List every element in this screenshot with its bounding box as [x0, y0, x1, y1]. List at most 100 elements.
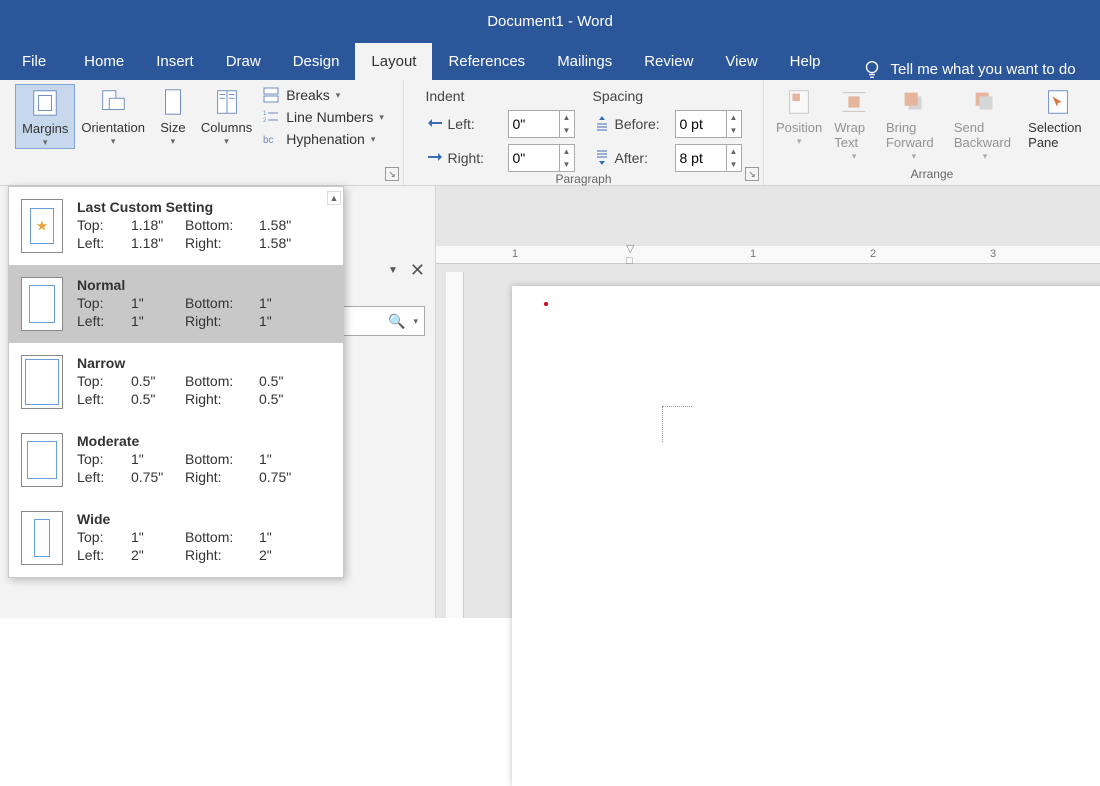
position-button[interactable]: Position ▾: [770, 84, 828, 147]
selection-pane-label: Selection Pane: [1028, 120, 1088, 150]
nav-dropdown-icon[interactable]: ▼: [388, 265, 398, 276]
tab-file[interactable]: File: [0, 43, 68, 80]
spacing-before-spinbox[interactable]: ▲▼: [675, 110, 742, 138]
send-backward-label: Send Backward: [954, 120, 1016, 150]
preset-name: Normal: [77, 277, 331, 293]
chevron-down-icon: ▾: [912, 152, 917, 160]
spin-down-icon[interactable]: ▼: [560, 158, 574, 171]
ribbon: Margins ▾ Orientation ▾ Size ▾ Columns ▾: [0, 80, 1100, 186]
margins-label: Margins: [22, 121, 68, 136]
spacing-after-spinbox[interactable]: ▲▼: [675, 144, 742, 172]
tab-references[interactable]: References: [432, 43, 541, 80]
margin-preset-normal[interactable]: Normal Top:1"Bottom:1" Left:1"Right:1": [9, 265, 343, 343]
chevron-down-icon: ▾: [852, 152, 857, 160]
spin-down-icon[interactable]: ▼: [727, 158, 741, 171]
breaks-button[interactable]: Breaks ▾: [262, 86, 384, 104]
chevron-down-icon[interactable]: ▾: [413, 317, 418, 325]
chevron-down-icon: ▾: [983, 152, 988, 160]
tab-home[interactable]: Home: [68, 43, 140, 80]
paragraph-launcher[interactable]: ↘: [745, 167, 759, 181]
bring-forward-button[interactable]: Bring Forward ▾: [880, 84, 948, 162]
title-bar: Document1 - Word: [0, 0, 1100, 42]
spin-up-icon[interactable]: ▲: [560, 145, 574, 158]
position-label: Position: [776, 120, 822, 135]
margins-dropdown-menu: ▲ Last Custom Setting Top:1.18"Bottom:1.…: [8, 186, 344, 578]
spacing-after-input[interactable]: [676, 145, 726, 171]
tab-review[interactable]: Review: [628, 43, 709, 80]
preset-thumbnail-icon: [21, 277, 63, 331]
close-icon[interactable]: ✕: [410, 260, 425, 281]
group-arrange: Position ▾ Wrap Text ▾ Bring Forward ▾ S…: [764, 80, 1100, 185]
columns-button[interactable]: Columns ▾: [195, 84, 258, 147]
page-setup-launcher[interactable]: ↘: [385, 167, 399, 181]
preset-thumbnail-icon: [21, 511, 63, 565]
tab-help[interactable]: Help: [774, 43, 837, 80]
hyphenation-button[interactable]: bc Hyphenation ▾: [262, 130, 384, 148]
margin-corner-guide: [662, 406, 692, 442]
svg-text:2: 2: [263, 118, 267, 124]
spacing-before-input[interactable]: [676, 111, 726, 137]
preset-info: Narrow Top:0.5"Bottom:0.5" Left:0.5"Righ…: [77, 355, 331, 409]
position-icon: [783, 86, 815, 118]
indent-right-spinbox[interactable]: ▲▼: [508, 144, 575, 172]
indent-left-input[interactable]: [509, 111, 559, 137]
line-numbers-label: Line Numbers: [286, 109, 373, 125]
preset-thumbnail-icon: [21, 199, 63, 253]
spacing-title: Spacing: [593, 88, 742, 104]
hyphenation-icon: bc: [262, 130, 280, 148]
chevron-down-icon: ▾: [336, 91, 341, 99]
spin-down-icon[interactable]: ▼: [560, 124, 574, 137]
chevron-down-icon: ▾: [43, 138, 48, 146]
spin-up-icon[interactable]: ▲: [560, 111, 574, 124]
page-setup-small-stack: Breaks ▾ 12 Line Numbers ▾ bc Hyphenatio…: [258, 84, 388, 150]
margin-preset-moderate[interactable]: Moderate Top:1"Bottom:1" Left:0.75"Right…: [9, 421, 343, 499]
margins-button[interactable]: Margins ▾: [15, 84, 75, 149]
line-numbers-button[interactable]: 12 Line Numbers ▾: [262, 108, 384, 126]
scroll-up-icon[interactable]: ▲: [327, 191, 341, 205]
document-page[interactable]: [512, 286, 1100, 786]
spacing-after-label: After:: [615, 150, 671, 166]
orientation-button[interactable]: Orientation ▾: [75, 84, 151, 147]
indent-right-label: Right:: [448, 150, 504, 166]
tab-draw[interactable]: Draw: [210, 43, 277, 80]
tab-view[interactable]: View: [709, 43, 773, 80]
paragraph-group-label: Paragraph: [410, 172, 757, 186]
bring-forward-label: Bring Forward: [886, 120, 942, 150]
selection-pane-icon: [1042, 86, 1074, 118]
margin-preset-narrow[interactable]: Narrow Top:0.5"Bottom:0.5" Left:0.5"Righ…: [9, 343, 343, 421]
selection-pane-button[interactable]: Selection Pane: [1022, 84, 1094, 152]
tab-insert[interactable]: Insert: [140, 43, 210, 80]
tell-me-text: Tell me what you want to do: [891, 61, 1076, 78]
spin-up-icon[interactable]: ▲: [727, 145, 741, 158]
indent-left-spinbox[interactable]: ▲▼: [508, 110, 575, 138]
tab-layout[interactable]: Layout: [355, 43, 432, 80]
indent-marker-icon[interactable]: ▽□: [626, 242, 634, 267]
size-button[interactable]: Size ▾: [151, 84, 195, 147]
wrap-text-button[interactable]: Wrap Text ▾: [828, 84, 880, 162]
svg-text:bc: bc: [263, 135, 274, 146]
tell-me-wrap[interactable]: Tell me what you want to do: [837, 58, 1076, 80]
size-label: Size: [160, 120, 185, 135]
spin-down-icon[interactable]: ▼: [727, 124, 741, 137]
tab-design[interactable]: Design: [277, 43, 356, 80]
columns-label: Columns: [201, 120, 252, 135]
margin-preset-last-custom-setting[interactable]: Last Custom Setting Top:1.18"Bottom:1.58…: [9, 187, 343, 265]
indent-column: Indent Left: ▲▼ Right:: [426, 88, 575, 172]
ribbon-tabs: File Home Insert Draw Design Layout Refe…: [0, 42, 1100, 80]
spin-up-icon[interactable]: ▲: [727, 111, 741, 124]
tab-mailings[interactable]: Mailings: [541, 43, 628, 80]
preset-name: Last Custom Setting: [77, 199, 331, 215]
spacing-before-icon: [593, 114, 611, 135]
document-area: ▼ ✕ 🔍 ▾ t anything s for ▲ Last Custom S…: [0, 186, 1100, 618]
preset-thumbnail-icon: [21, 355, 63, 409]
vertical-ruler[interactable]: [446, 272, 464, 618]
group-page-setup: Margins ▾ Orientation ▾ Size ▾ Columns ▾: [0, 80, 404, 185]
ruler-numbers: 1 1 2 3: [500, 246, 1100, 264]
group-paragraph: Indent Left: ▲▼ Right:: [404, 80, 764, 185]
indent-right-input[interactable]: [509, 145, 559, 171]
chevron-down-icon: ▾: [379, 113, 384, 121]
hyphenation-label: Hyphenation: [286, 131, 365, 147]
margin-preset-wide[interactable]: Wide Top:1"Bottom:1" Left:2"Right:2": [9, 499, 343, 577]
search-icon[interactable]: 🔍: [388, 313, 405, 330]
send-backward-button[interactable]: Send Backward ▾: [948, 84, 1022, 162]
